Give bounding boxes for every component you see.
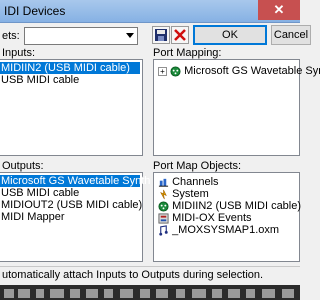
outputs-label: Outputs: bbox=[2, 160, 44, 172]
list-item[interactable]: MIDIOUT2 (USB MIDI cable) bbox=[0, 199, 142, 211]
window-title: IDI Devices bbox=[4, 4, 66, 18]
system-icon bbox=[160, 189, 167, 199]
list-item[interactable]: USB MIDI cable bbox=[0, 187, 79, 199]
title-bar: IDI Devices ✕ bbox=[0, 0, 300, 23]
port-mapping-label: Port Mapping: bbox=[153, 47, 222, 59]
list-item[interactable]: System bbox=[156, 188, 209, 200]
list-item[interactable]: Channels bbox=[156, 176, 219, 188]
midi-ox-events-icon bbox=[158, 213, 169, 224]
chevron-down-icon[interactable] bbox=[126, 33, 134, 38]
background-pattern-graphic bbox=[0, 285, 300, 300]
oxm-file-icon bbox=[159, 224, 168, 236]
list-item[interactable]: Microsoft GS Wavetable Synth bbox=[0, 175, 150, 187]
expand-icon[interactable]: + bbox=[158, 66, 167, 76]
list-item[interactable]: MIDI-OX Events bbox=[156, 212, 252, 224]
channels-icon bbox=[158, 178, 169, 187]
background-window-strip bbox=[0, 285, 300, 300]
delete-preset-button[interactable] bbox=[171, 26, 189, 44]
midi-in-icon bbox=[158, 201, 169, 212]
inputs-list[interactable]: MIDIIN2 (USB MIDI cable) USB MIDI cable bbox=[0, 59, 143, 156]
outputs-list[interactable]: Microsoft GS Wavetable Synth USB MIDI ca… bbox=[0, 172, 150, 262]
tree-item[interactable]: + Microsoft GS Wavetable Synth bbox=[156, 65, 320, 77]
presets-label: ets: bbox=[2, 30, 20, 42]
list-item[interactable]: MIDIIN2 (USB MIDI cable) bbox=[156, 200, 301, 212]
list-item[interactable]: MIDI Mapper bbox=[0, 211, 65, 223]
cancel-button[interactable]: Cancel bbox=[271, 25, 311, 45]
ok-button[interactable]: OK bbox=[193, 25, 267, 45]
port-map-objects-label: Port Map Objects: bbox=[153, 160, 242, 172]
list-item[interactable]: MIDIIN2 (USB MIDI cable) bbox=[0, 62, 140, 74]
close-window-button[interactable]: ✕ bbox=[258, 0, 300, 20]
port-map-objects-list[interactable]: Channels System MIDIIN2 (USB MIDI cable)… bbox=[153, 172, 301, 262]
list-item[interactable]: _MOXSYSMAP1.oxm bbox=[156, 224, 279, 236]
status-text: utomatically attach Inputs to Outputs du… bbox=[2, 269, 264, 281]
save-icon bbox=[155, 29, 167, 41]
status-bar: utomatically attach Inputs to Outputs du… bbox=[0, 266, 300, 285]
midi-port-icon bbox=[170, 66, 181, 77]
port-mapping-tree[interactable]: + Microsoft GS Wavetable Synth bbox=[153, 59, 320, 156]
presets-combobox[interactable] bbox=[24, 27, 138, 45]
delete-icon bbox=[174, 29, 186, 41]
save-preset-button[interactable] bbox=[152, 26, 170, 44]
list-item[interactable]: USB MIDI cable bbox=[0, 74, 79, 86]
inputs-label: Inputs: bbox=[2, 47, 36, 59]
